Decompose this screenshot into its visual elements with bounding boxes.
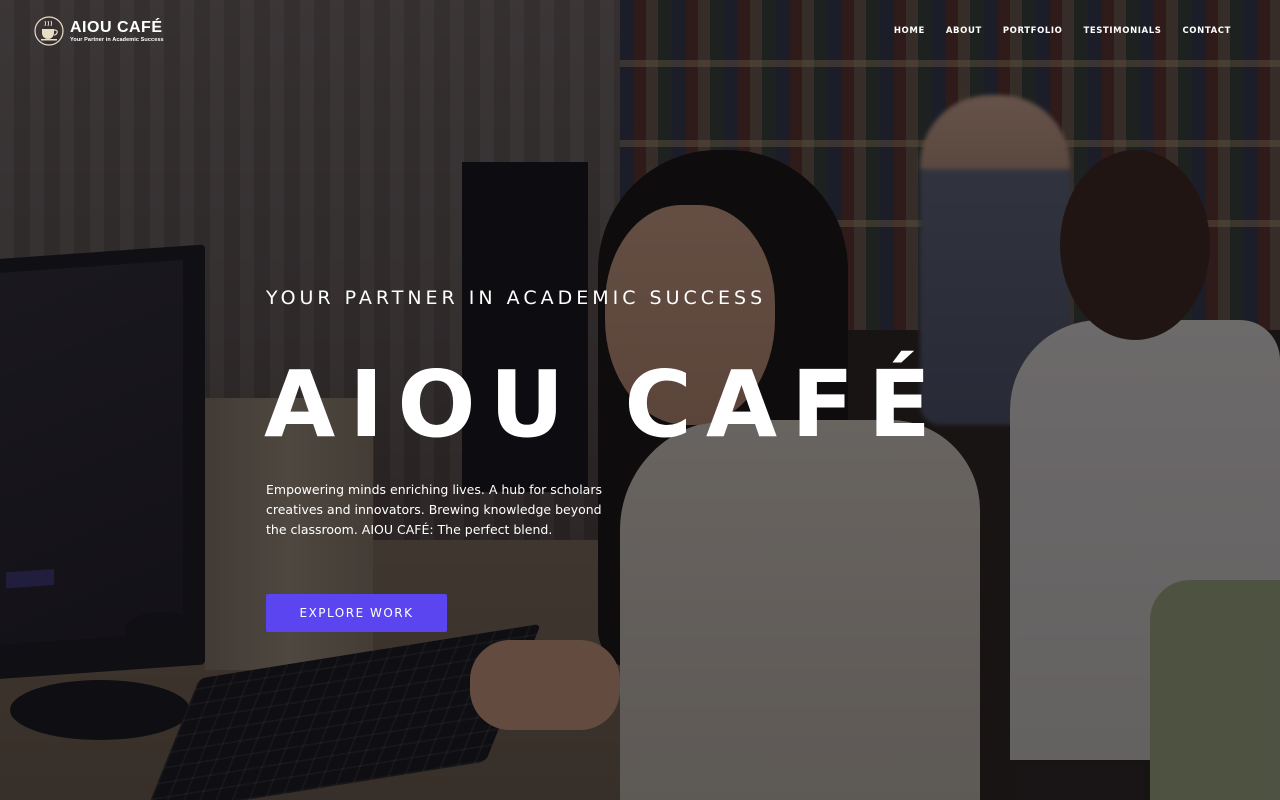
nav-item-portfolio[interactable]: PORTFOLIO [1003, 26, 1063, 36]
site-logo[interactable]: AIOU CAFÉ Your Partner in Academic Succe… [34, 16, 164, 46]
hero-section: AIOU CAFÉ Your Partner in Academic Succe… [0, 0, 1280, 800]
main-navigation: HOME ABOUT PORTFOLIO TESTIMONIALS CONTAC… [873, 26, 1231, 36]
nav-item-about[interactable]: ABOUT [946, 26, 982, 36]
nav-item-home[interactable]: HOME [894, 26, 925, 36]
nav-item-contact[interactable]: CONTACT [1182, 26, 1231, 36]
hero-kicker: YOUR PARTNER IN ACADEMIC SUCCESS [266, 287, 767, 309]
hero-description: Empowering minds enriching lives. A hub … [266, 482, 602, 537]
hero-title: AIOU CAFÉ [264, 351, 945, 458]
site-header: AIOU CAFÉ Your Partner in Academic Succe… [0, 0, 1280, 64]
logo-text: AIOU CAFÉ Your Partner in Academic Succe… [70, 19, 164, 44]
cup-emblem-icon [34, 16, 64, 46]
brand-tagline: Your Partner in Academic Success [70, 36, 164, 43]
brand-name: AIOU CAFÉ [70, 18, 163, 36]
explore-work-button[interactable]: EXPLORE WORK [266, 594, 447, 632]
nav-item-testimonials[interactable]: TESTIMONIALS [1084, 26, 1162, 36]
